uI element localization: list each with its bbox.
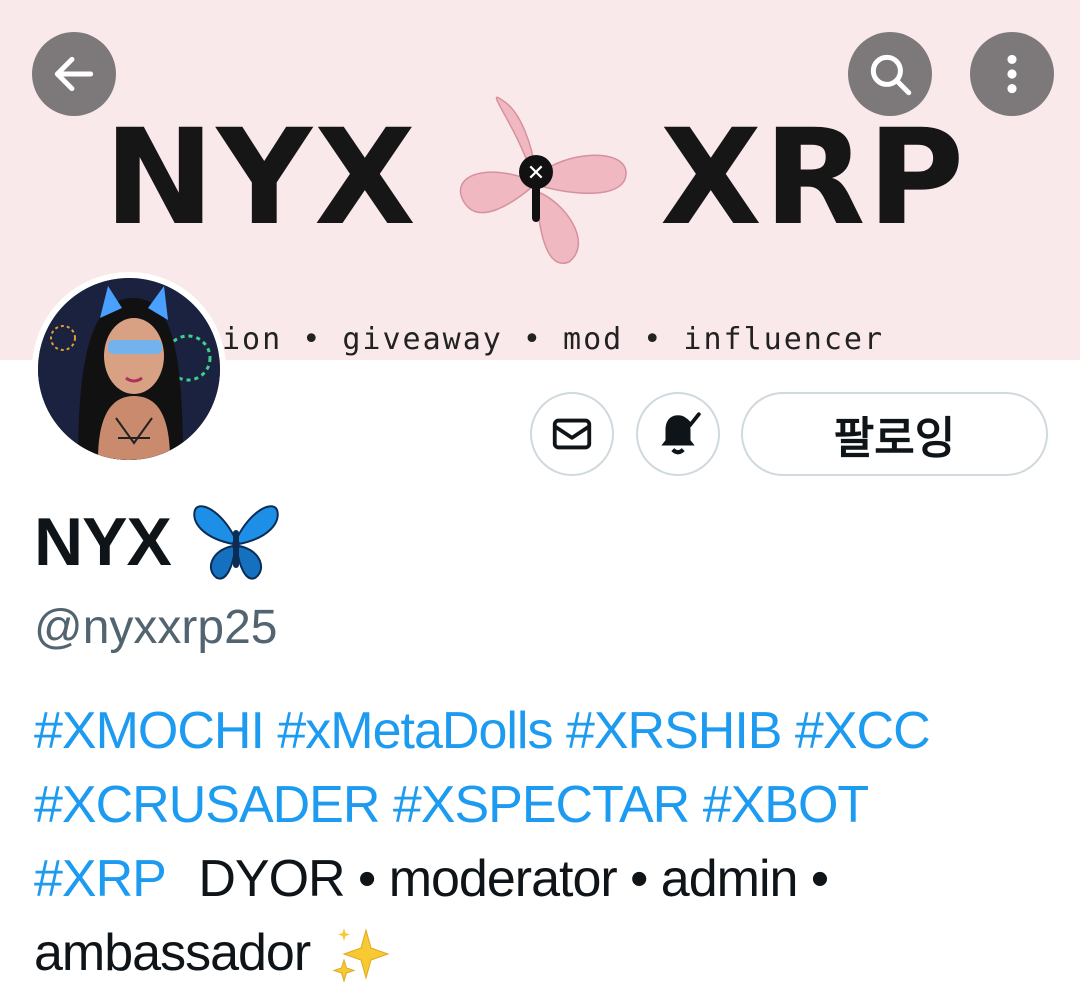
bell-check-icon	[661, 412, 701, 455]
hashtag-link[interactable]: #XCRUSADER	[34, 776, 380, 834]
bio-line-1: #XMOCHI #xMetaDolls #XRSHIB #XCC	[34, 694, 1044, 768]
hashtag-link[interactable]: #XSPECTAR	[393, 776, 690, 834]
hashtag-link[interactable]: #XCC	[795, 702, 931, 760]
hashtag-link[interactable]: #XMOCHI	[34, 702, 265, 760]
hashtag-link[interactable]: #xMetaDolls	[277, 702, 553, 760]
more-vertical-icon	[1007, 54, 1017, 94]
display-name-text: NYX	[34, 504, 172, 580]
bio-text: DYOR • moderator • admin •	[198, 850, 829, 908]
bio-line-2: #XCRUSADER #XSPECTAR #XBOT	[34, 768, 1044, 842]
banner-word-left: NYX	[104, 101, 418, 255]
following-button[interactable]: 팔로잉	[741, 392, 1048, 476]
hashtag-link[interactable]: #XBOT	[703, 776, 869, 834]
butterfly-icon	[193, 505, 279, 580]
hashtag-link[interactable]: #XRSHIB	[566, 702, 783, 760]
bio-line-3: #XRP DYOR • moderator • admin •	[34, 842, 1044, 916]
notifications-button[interactable]	[636, 392, 720, 476]
sparkles-icon	[332, 928, 390, 983]
more-options-button[interactable]	[970, 32, 1054, 116]
search-icon	[870, 54, 912, 96]
display-name: NYX	[34, 500, 281, 584]
banner-word-right: XRP	[660, 101, 967, 255]
banner-butterfly-icon: ✕	[459, 96, 627, 265]
arrow-left-icon	[54, 56, 94, 92]
user-handle: @nyxxrp25	[34, 601, 278, 654]
bio-line-4: ambassador	[34, 916, 1044, 990]
avatar-image	[38, 278, 220, 460]
message-button[interactable]	[530, 392, 614, 476]
back-button[interactable]	[32, 32, 116, 116]
bio-text: ambassador	[34, 924, 311, 982]
svg-text:✕: ✕	[527, 161, 545, 186]
profile-bio: #XMOCHI #xMetaDolls #XRSHIB #XCC #XCRUSA…	[34, 694, 1044, 990]
hashtag-link[interactable]: #XRP	[34, 850, 166, 908]
envelope-icon	[552, 418, 592, 450]
banner-tagline: ion • giveaway • mod • influencer	[222, 322, 885, 357]
search-button[interactable]	[848, 32, 932, 116]
avatar[interactable]	[32, 272, 226, 466]
